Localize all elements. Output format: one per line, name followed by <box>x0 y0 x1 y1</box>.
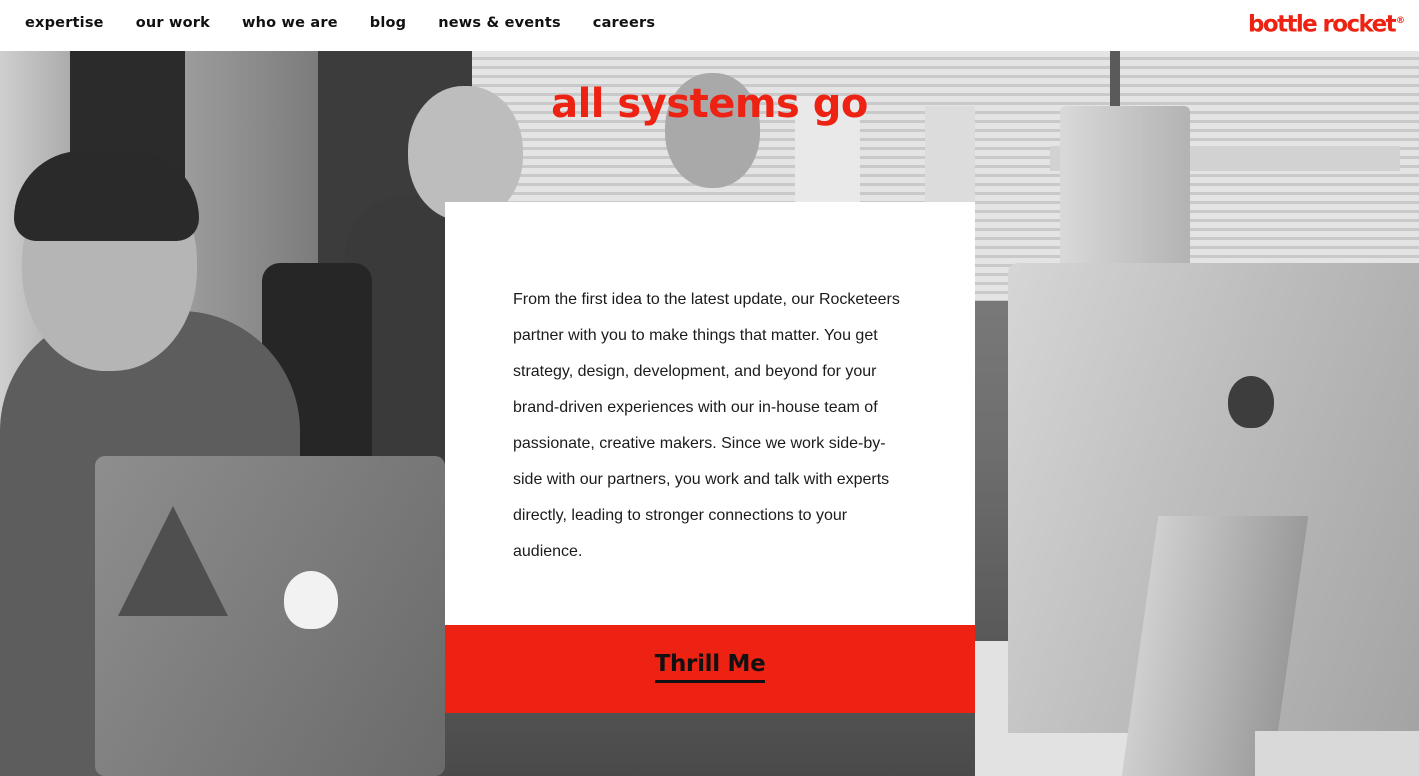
hero-headline: all systems go <box>551 81 868 127</box>
main-nav: expertise our work who we are blog news … <box>25 13 655 33</box>
site-header: expertise our work who we are blog news … <box>0 0 1419 51</box>
nav-item-expertise[interactable]: expertise <box>25 13 104 33</box>
apple-logo-icon <box>1228 376 1274 428</box>
photo-keyboard <box>1255 731 1419 776</box>
intro-card: From the first idea to the latest update… <box>445 202 975 625</box>
photo-monitor-back <box>1060 106 1190 286</box>
brand-logo[interactable]: bottle rocket® <box>1248 7 1405 39</box>
photo-laptop <box>95 456 445 776</box>
nav-item-our-work[interactable]: our work <box>136 13 210 33</box>
nav-item-news-events[interactable]: news & events <box>438 13 561 33</box>
registered-mark: ® <box>1396 16 1405 26</box>
photo-person-hair <box>14 151 199 241</box>
thrill-me-button[interactable]: Thrill Me <box>445 625 975 713</box>
intro-text: From the first idea to the latest update… <box>513 291 900 560</box>
nav-item-blog[interactable]: blog <box>370 13 407 33</box>
apple-logo-icon <box>284 571 338 629</box>
thrill-me-label: Thrill Me <box>654 649 766 683</box>
photo-laptop-sticker <box>118 506 228 616</box>
nav-item-who-we-are[interactable]: who we are <box>242 13 338 33</box>
nav-item-careers[interactable]: careers <box>593 13 655 33</box>
brand-logo-text: bottle rocket <box>1248 11 1397 38</box>
